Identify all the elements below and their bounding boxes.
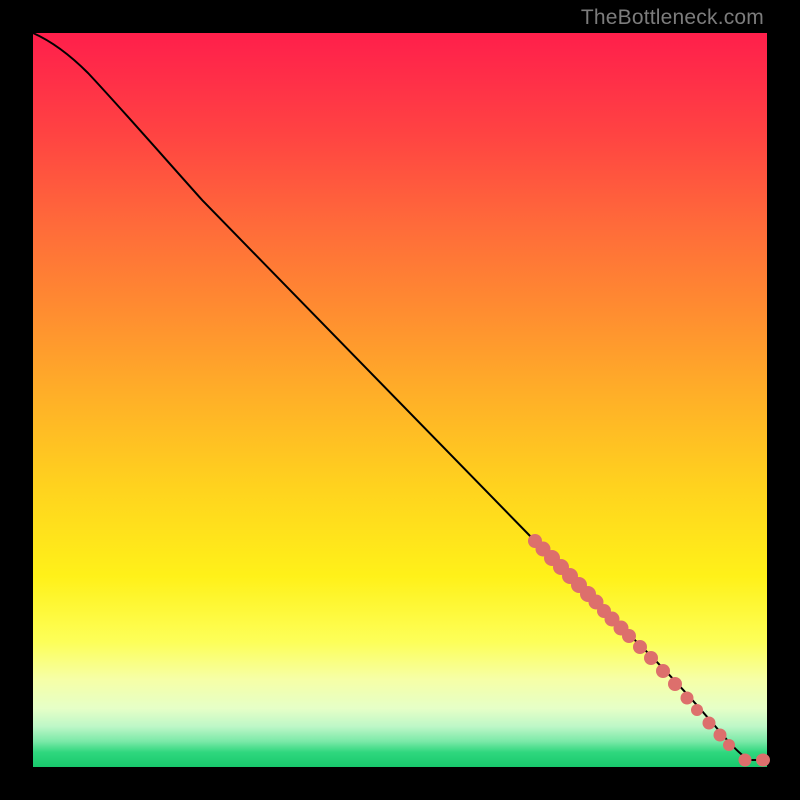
bottleneck-curve — [33, 33, 767, 760]
marker-cluster-4 — [681, 692, 736, 752]
marker-cluster-2 — [597, 604, 636, 643]
marker-cluster-3 — [633, 640, 682, 691]
chart-stage: TheBottleneck.com — [0, 0, 800, 800]
plot-area — [33, 33, 767, 767]
curve-layer — [33, 33, 767, 767]
watermark-text: TheBottleneck.com — [581, 6, 764, 30]
marker-cluster-1 — [528, 534, 604, 610]
